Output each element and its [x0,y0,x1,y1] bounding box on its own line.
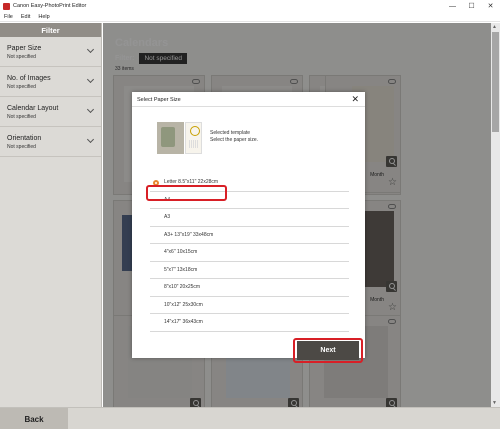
dialog-close-icon[interactable]: ✕ [351,94,359,105]
paper-size-label: A3 [164,214,171,221]
maximize-button[interactable]: ☐ [462,0,481,12]
menu-bar: File Edit Help [0,12,500,22]
filter-paper-size[interactable]: Paper Size Not specified [0,37,101,67]
select-paper-size-dialog: Select Paper Size ✕ Selected template Se… [132,92,365,363]
paper-size-option-a3plus[interactable]: A3+ 13"x19" 33x48cm [150,227,349,244]
filter-header: Filter [0,23,101,37]
instruction-text: Select the paper size. [210,137,259,143]
paper-size-label: 8"x10" 20x25cm [164,284,201,291]
paper-size-label: A3+ 13"x19" 33x48cm [164,231,214,238]
scroll-down-icon[interactable]: ▼ [492,400,497,406]
paper-size-option-8x10[interactable]: 8"x10" 20x25cm [150,279,349,297]
selection-highlight [146,185,227,201]
paper-size-label: 4"x6" 10x15cm [164,249,198,256]
bottom-bar: Back [0,407,500,429]
paper-size-label: 14"x17" 36x43cm [164,319,203,326]
next-button-highlight [293,338,363,363]
close-window-button[interactable]: ✕ [481,0,500,12]
menu-file[interactable]: File [4,14,13,20]
filter-no-of-images[interactable]: No. of Images Not specified [0,67,101,97]
paper-size-option-a3[interactable]: A3 [150,209,349,227]
minimize-button[interactable]: — [443,0,462,12]
paper-size-option-4x6[interactable]: 4"x6" 10x15cm [150,244,349,262]
title-bar: Canon Easy-PhotoPrint Editor — ☐ ✕ [0,0,500,12]
paper-size-option-14x17[interactable]: 14"x17" 36x43cm [150,314,349,332]
paper-size-option-5x7[interactable]: 5"x7" 13x18cm [150,262,349,279]
paper-size-label: 10"x12" 25x30cm [164,301,203,308]
filter-calendar-layout[interactable]: Calendar Layout Not specified [0,97,101,127]
paper-size-label: 5"x7" 13x18cm [164,266,198,273]
window-title: Canon Easy-PhotoPrint Editor [13,3,87,9]
filter-value: Not specified [7,114,36,120]
app-icon [3,2,10,10]
template-preview [157,122,203,158]
scrollbar-thumb[interactable] [492,32,499,132]
preview-photo [157,122,184,154]
selected-template-label: Selected template [210,130,251,136]
back-button[interactable]: Back [0,408,68,429]
dialog-body: Selected template Select the paper size.… [132,106,365,336]
scroll-up-icon[interactable]: ▲ [492,24,497,30]
filter-sidebar: Filter Paper Size Not specified No. of I… [0,23,102,407]
filter-value: Not specified [7,54,36,60]
menu-edit[interactable]: Edit [21,14,30,20]
filter-orientation[interactable]: Orientation Not specified [0,127,101,157]
preview-calendar [185,122,202,154]
filter-value: Not specified [7,144,36,150]
dialog-title: Select Paper Size [137,97,181,103]
paper-size-option-10x12[interactable]: 10"x12" 25x30cm [150,297,349,314]
filter-value: Not specified [7,84,36,90]
window-controls: — ☐ ✕ [443,0,500,12]
menu-help[interactable]: Help [38,14,49,20]
